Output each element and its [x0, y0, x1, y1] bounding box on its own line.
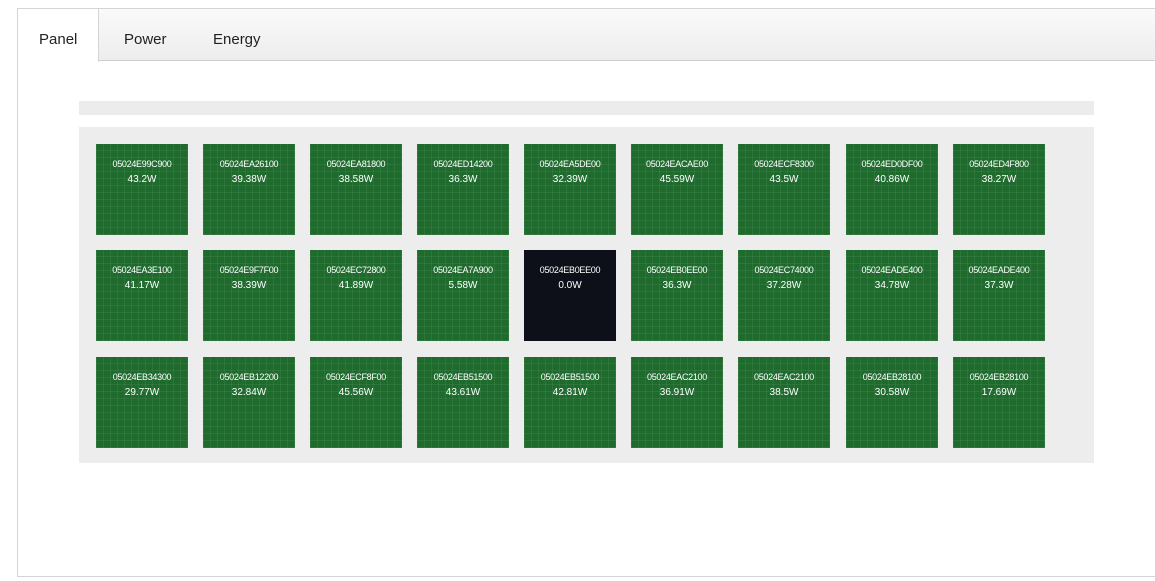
panel-power: 5.58W — [448, 280, 478, 291]
panel-id: 05024EB34300 — [112, 372, 172, 382]
panel-id: 05024EB28100 — [862, 372, 922, 382]
panel-tile[interactable]: 05024EC72800 41.89W — [310, 250, 402, 341]
panel-id: 05024EAC2100 — [647, 372, 707, 382]
panel-power: 0.0W — [558, 280, 582, 291]
tab-energy[interactable]: Energy — [213, 9, 261, 61]
panel-power: 36.3W — [448, 174, 478, 185]
panel-tile[interactable]: 05024EAC2100 36.91W — [631, 357, 723, 448]
panel-id: 05024EA81800 — [326, 159, 386, 169]
panel-tile[interactable]: 05024EA7A900 5.58W — [417, 250, 509, 341]
panel-tile[interactable]: 05024EB34300 29.77W — [96, 357, 188, 448]
panel-power: 41.17W — [124, 280, 160, 291]
tab-bar: Panel Power Energy — [18, 9, 1155, 62]
panel-power: 38.27W — [981, 174, 1017, 185]
panel-power: 37.3W — [984, 280, 1014, 291]
panel-power: 38.39W — [231, 280, 267, 291]
panel-id: 05024E99C900 — [112, 159, 172, 169]
panel-tile[interactable]: 05024E99C900 43.2W — [96, 144, 188, 235]
panel-tile[interactable]: 05024EADE400 37.3W — [953, 250, 1045, 341]
panel-id: 05024EA3E100 — [112, 265, 172, 275]
panel-tile[interactable]: 05024EB0EE00 0.0W — [524, 250, 616, 341]
panel-tile[interactable]: 05024ECF8F00 45.56W — [310, 357, 402, 448]
panel-id: 05024EACAE00 — [646, 159, 708, 169]
panel-tile[interactable]: 05024EA81800 38.58W — [310, 144, 402, 235]
panel-power: 36.3W — [662, 280, 692, 291]
panel-id: 05024EA7A900 — [433, 265, 493, 275]
app-window: Panel Power Energy 05024E99C900 43.2W 0502… — [17, 8, 1155, 577]
panel-grid: 05024E99C900 43.2W 05024EA26100 39.38W 05024… — [79, 127, 1094, 463]
panel-tile[interactable]: 05024EB0EE00 36.3W — [631, 250, 723, 341]
panel-tile[interactable]: 05024EAC2100 38.5W — [738, 357, 830, 448]
panel-tile[interactable]: 05024EA26100 39.38W — [203, 144, 295, 235]
panel-id: 05024EB0EE00 — [646, 265, 708, 275]
panel-tile[interactable]: 05024EA5DE00 32.39W — [524, 144, 616, 235]
panel-id: 05024EC74000 — [754, 265, 814, 275]
panel-power: 45.59W — [659, 174, 695, 185]
panel-power: 41.89W — [338, 280, 374, 291]
panel-id: 05024ED14200 — [433, 159, 493, 169]
header-strip — [79, 101, 1094, 115]
panel-tile[interactable]: 05024EB51500 42.81W — [524, 357, 616, 448]
panel-id: 05024EADE400 — [861, 265, 923, 275]
panel-power: 30.58W — [874, 387, 910, 398]
panel-power: 43.2W — [127, 174, 157, 185]
panel-tile[interactable]: 05024EA3E100 41.17W — [96, 250, 188, 341]
panel-id: 05024ECF8300 — [754, 159, 814, 169]
panel-tile[interactable]: 05024EB28100 17.69W — [953, 357, 1045, 448]
panel-power: 43.5W — [769, 174, 799, 185]
tab-panel[interactable]: Panel — [18, 9, 99, 62]
panel-tile[interactable]: 05024EB51500 43.61W — [417, 357, 509, 448]
panel-id: 05024EB28100 — [969, 372, 1029, 382]
panel-tile[interactable]: 05024EC74000 37.28W — [738, 250, 830, 341]
panel-tile[interactable]: 05024ECF8300 43.5W — [738, 144, 830, 235]
panel-tile[interactable]: 05024EB12200 32.84W — [203, 357, 295, 448]
panel-id: 05024ECF8F00 — [326, 372, 386, 382]
panel-tile[interactable]: 05024EADE400 34.78W — [846, 250, 938, 341]
panel-id: 05024EADE400 — [968, 265, 1030, 275]
panel-power: 17.69W — [981, 387, 1017, 398]
panel-id: 05024EB51500 — [433, 372, 493, 382]
panel-id: 05024EA26100 — [219, 159, 279, 169]
panel-power: 36.91W — [659, 387, 695, 398]
tab-power[interactable]: Power — [124, 9, 167, 61]
panel-power: 43.61W — [445, 387, 481, 398]
panel-id: 05024ED0DF00 — [861, 159, 923, 169]
panel-id: 05024EB12200 — [219, 372, 279, 382]
panel-power: 45.56W — [338, 387, 374, 398]
panel-id: 05024EA5DE00 — [539, 159, 601, 169]
panel-tile[interactable]: 05024EB28100 30.58W — [846, 357, 938, 448]
panel-tile[interactable]: 05024EACAE00 45.59W — [631, 144, 723, 235]
panel-power: 32.84W — [231, 387, 267, 398]
panel-id: 05024EB0EE00 — [539, 265, 601, 275]
panel-power: 40.86W — [874, 174, 910, 185]
panel-tile[interactable]: 05024E9F7F00 38.39W — [203, 250, 295, 341]
panel-tile[interactable]: 05024ED0DF00 40.86W — [846, 144, 938, 235]
panel-id: 05024E9F7F00 — [219, 265, 279, 275]
panel-tile[interactable]: 05024ED4F800 38.27W — [953, 144, 1045, 235]
panel-power: 37.28W — [766, 280, 802, 291]
panel-power: 29.77W — [124, 387, 160, 398]
panel-power: 38.58W — [338, 174, 374, 185]
panel-power: 38.5W — [769, 387, 799, 398]
panel-id: 05024EC72800 — [326, 265, 386, 275]
panel-power: 34.78W — [874, 280, 910, 291]
panel-tile[interactable]: 05024ED14200 36.3W — [417, 144, 509, 235]
panel-power: 39.38W — [231, 174, 267, 185]
panel-power: 42.81W — [552, 387, 588, 398]
panel-power: 32.39W — [552, 174, 588, 185]
panel-id: 05024ED4F800 — [969, 159, 1029, 169]
panel-id: 05024EB51500 — [540, 372, 600, 382]
panel-id: 05024EAC2100 — [754, 372, 814, 382]
